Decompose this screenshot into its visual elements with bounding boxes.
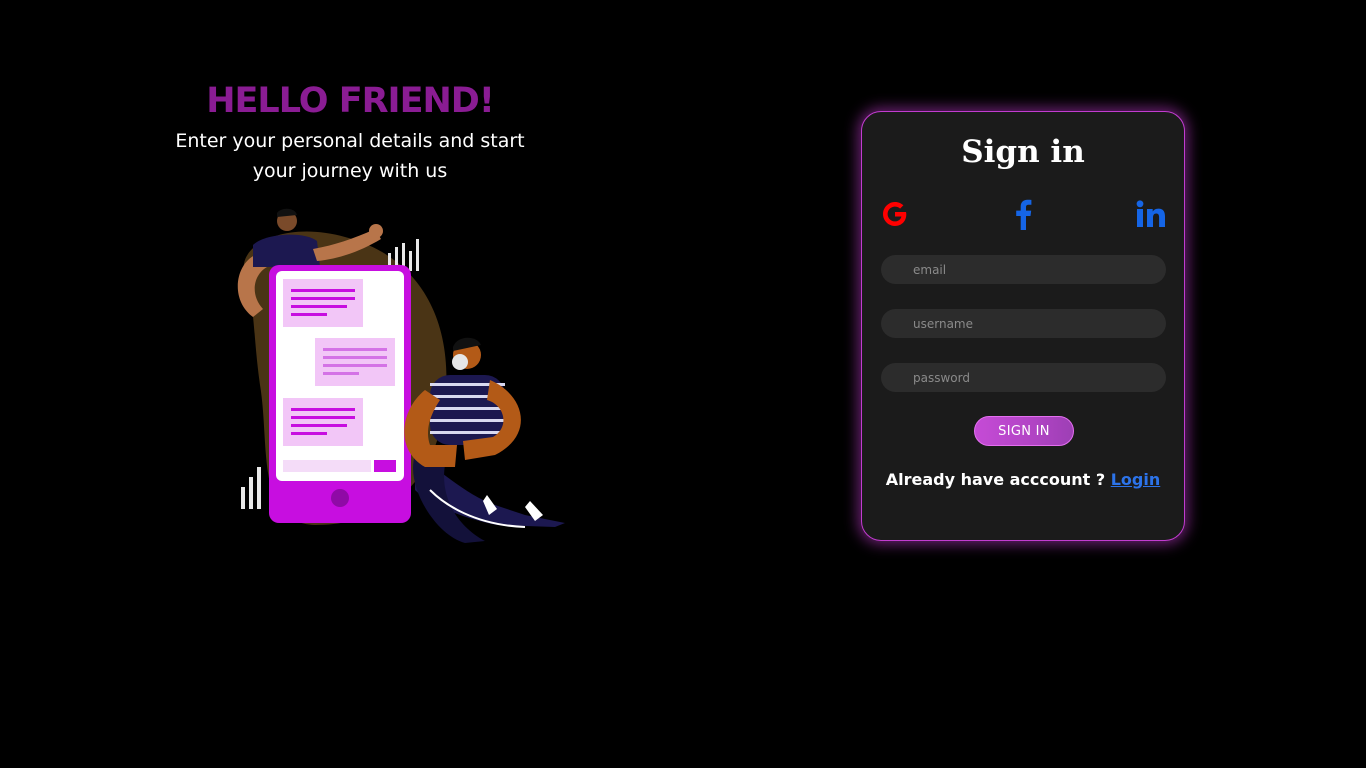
facebook-icon[interactable] [1007, 198, 1039, 230]
signin-button[interactable]: SIGN IN [974, 416, 1074, 446]
google-icon[interactable] [879, 198, 911, 230]
facebook-glyph [1016, 199, 1032, 230]
google-glyph [883, 202, 907, 226]
login-prompt-text: Already have acccount ? [885, 470, 1106, 489]
signin-card: Sign in SIGN IN Already have acccount ? … [861, 111, 1185, 541]
hero-section: HELLO FRIEND! Enter your personal detail… [130, 78, 570, 186]
email-input[interactable] [881, 255, 1166, 284]
people-with-phone-chat-illustration [225, 205, 575, 555]
linkedin-glyph [1136, 200, 1165, 227]
login-prompt: Already have acccount ? Login [862, 470, 1184, 489]
linkedin-icon[interactable] [1135, 198, 1167, 230]
hero-subtitle: Enter your personal details and start yo… [130, 126, 570, 186]
illustration-svg [237, 208, 565, 543]
username-input[interactable] [881, 309, 1166, 338]
hero-subtitle-line2: your journey with us [252, 160, 448, 182]
hero-title: HELLO FRIEND! [206, 81, 495, 121]
hero-subtitle-line1: Enter your personal details and start [175, 130, 525, 152]
signin-title: Sign in [961, 134, 1085, 170]
login-link[interactable]: Login [1111, 470, 1161, 489]
password-input[interactable] [881, 363, 1166, 392]
